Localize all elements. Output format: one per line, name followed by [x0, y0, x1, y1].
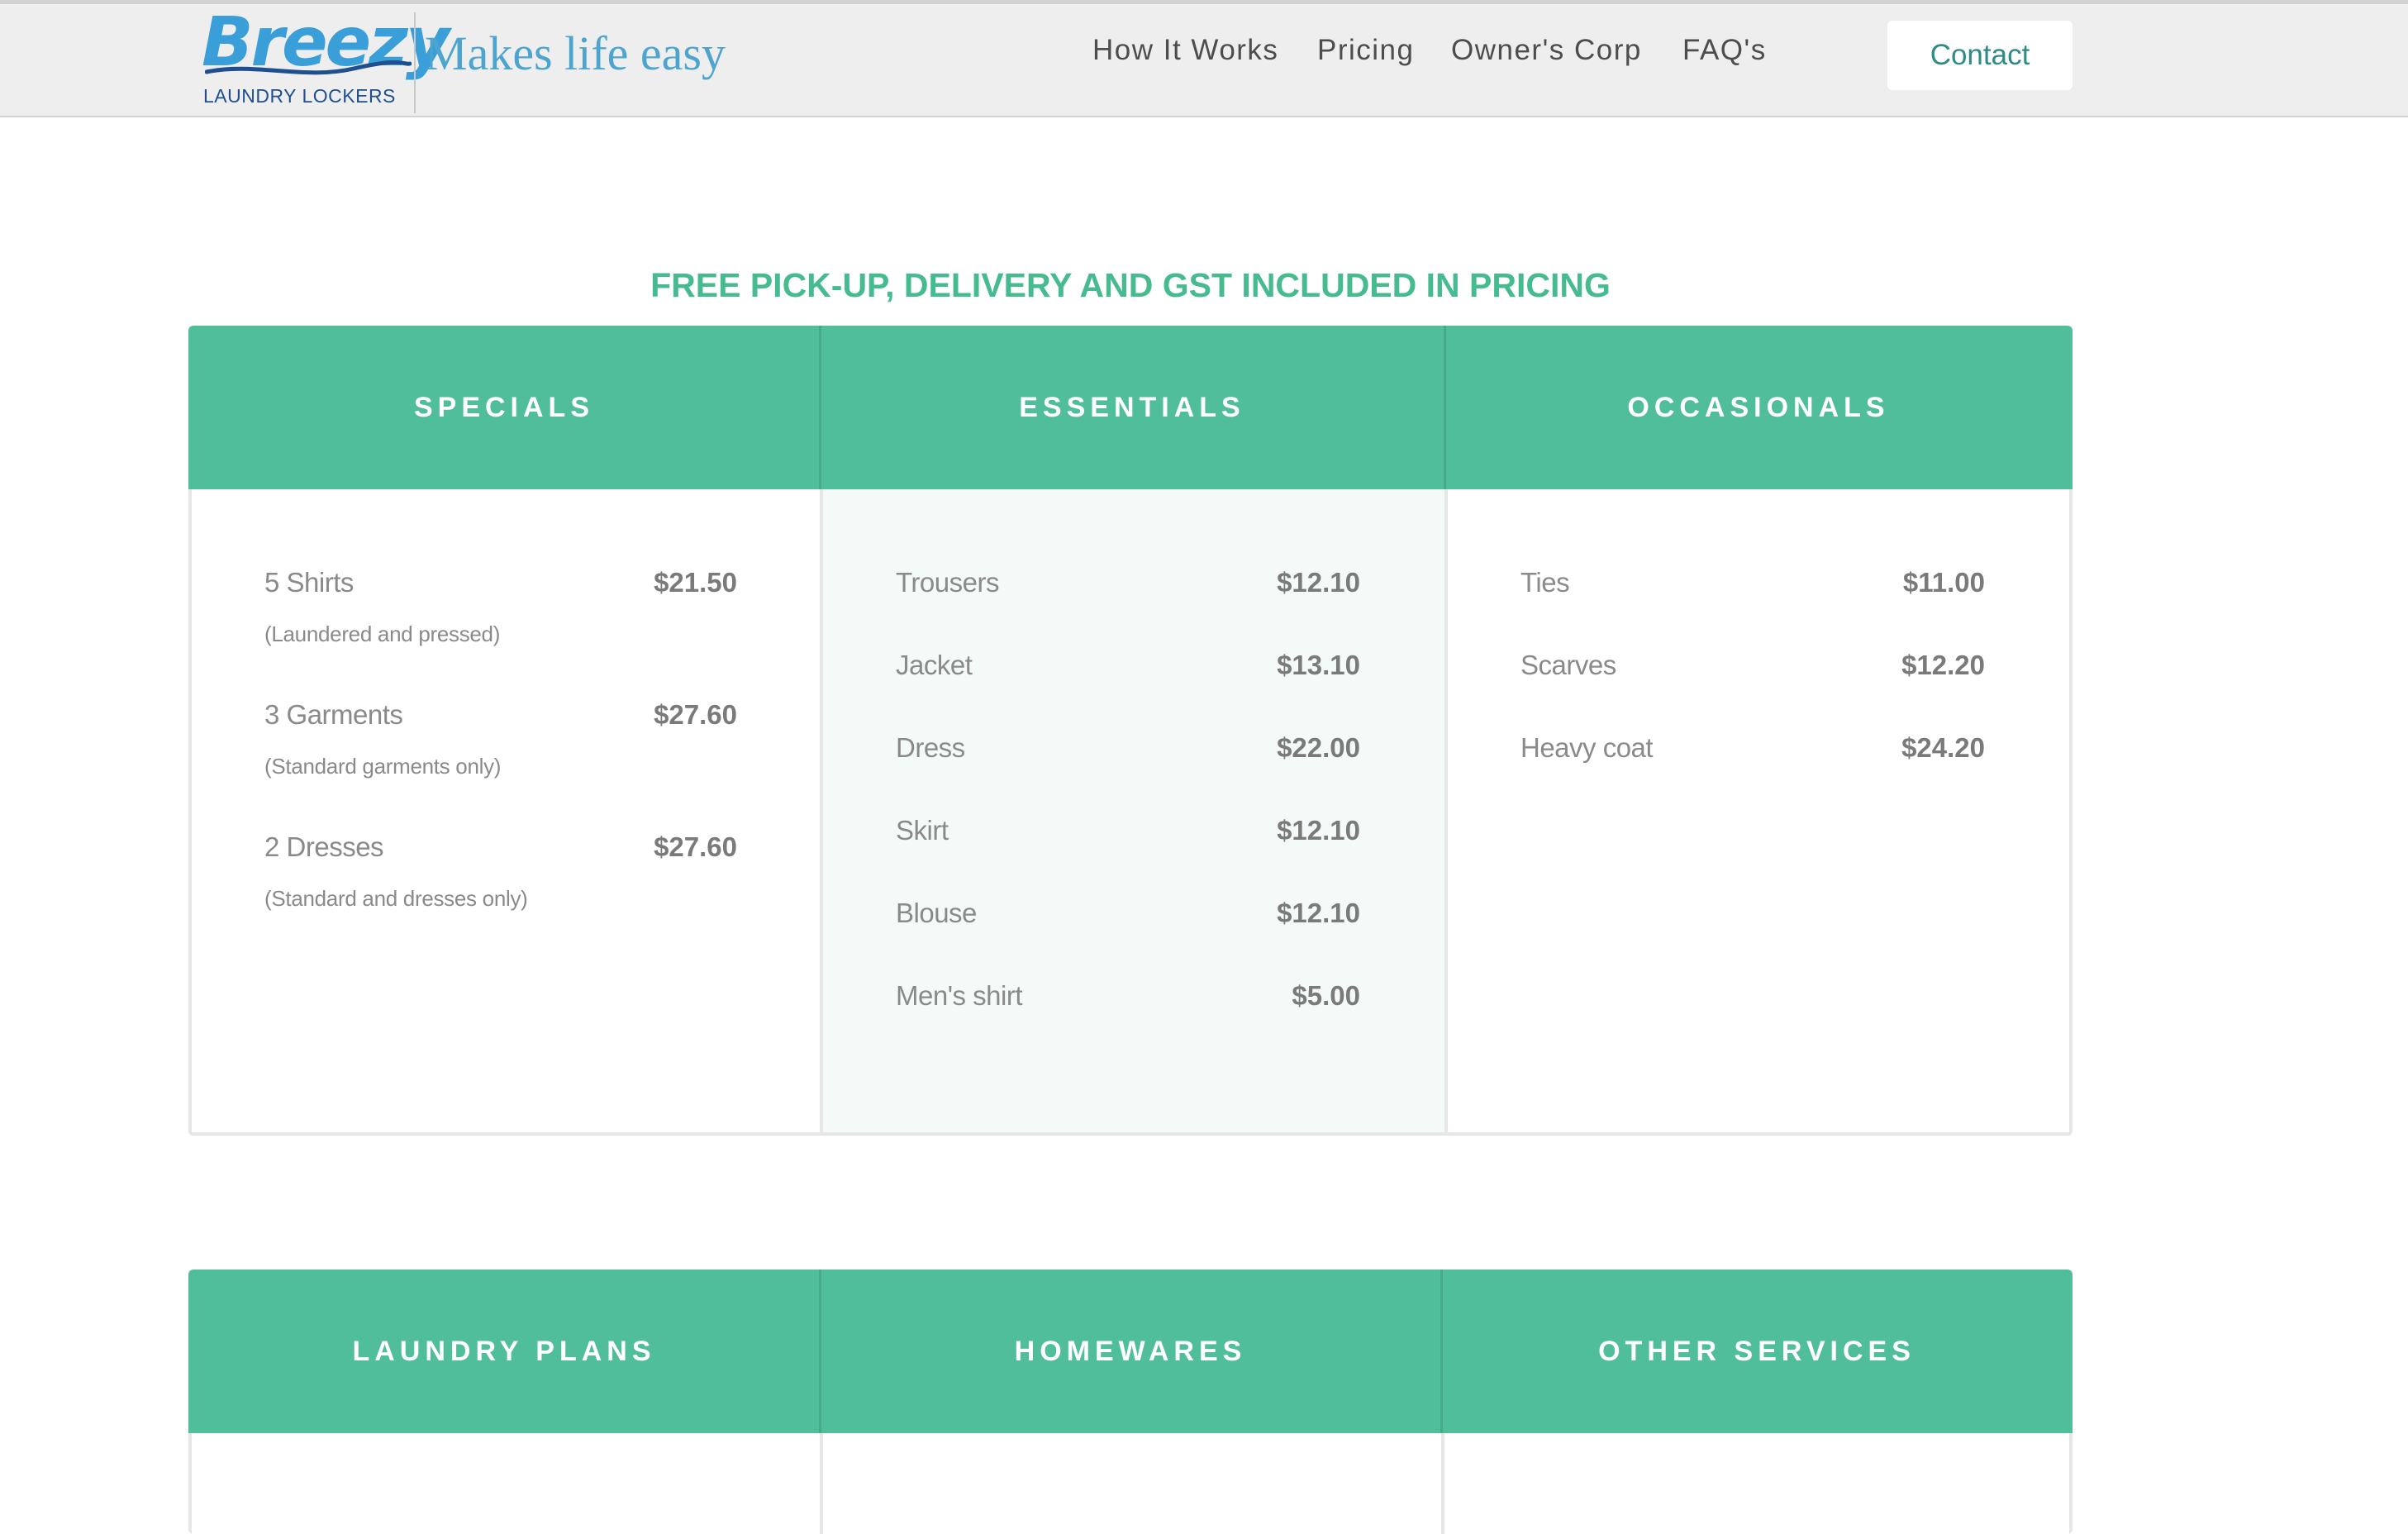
item-name: Men's shirt — [896, 980, 1023, 1011]
specials-column: SPECIALS 5 Shirts $21.50 (Laundered and … — [188, 326, 820, 1136]
item-note: (Standard garments only) — [264, 754, 502, 779]
item-price: $21.50 — [654, 567, 737, 598]
nav-faqs[interactable]: FAQ's — [1682, 34, 1767, 67]
laundry-plans-header: LAUNDRY PLANS — [188, 1270, 820, 1433]
header-divider — [819, 1270, 821, 1433]
item-price: $5.00 — [1292, 980, 1360, 1011]
item-name: Ties — [1520, 567, 1570, 598]
laundry-plans-body — [188, 1433, 820, 1534]
essentials-header: ESSENTIALS — [820, 326, 1444, 489]
logo-divider — [414, 12, 416, 113]
breezy-logo[interactable]: Breezy LAUNDRY LOCKERS — [202, 9, 450, 112]
item-name: Skirt — [896, 815, 949, 846]
item-price: $27.60 — [654, 699, 737, 730]
homewares-body — [820, 1433, 1441, 1534]
occasionals-column: OCCASIONALS Ties $11.00 Scarves $12.20 H… — [1444, 326, 2072, 1136]
header-divider — [819, 326, 821, 489]
item-name: Scarves — [1520, 650, 1616, 680]
item-price: $11.00 — [1902, 567, 1985, 598]
other-services-column: OTHER SERVICES — [1441, 1270, 2072, 1534]
item-price: $22.00 — [1277, 732, 1360, 763]
item-price: $12.10 — [1277, 567, 1360, 598]
item-price: $12.10 — [1277, 815, 1360, 846]
logo-subtitle: LAUNDRY LOCKERS — [203, 85, 396, 107]
essentials-column: ESSENTIALS Trousers $12.10 Jacket $13.10… — [820, 326, 1444, 1136]
laundry-plans-column: LAUNDRY PLANS — [188, 1270, 820, 1534]
logo-swoosh-icon — [205, 60, 412, 75]
item-name: 3 Garments — [264, 699, 403, 730]
item-name: 2 Dresses — [264, 831, 384, 862]
contact-button[interactable]: Contact — [1887, 21, 2072, 90]
specials-body: 5 Shirts $21.50 (Laundered and pressed) … — [188, 489, 820, 1136]
item-name: Trousers — [896, 567, 999, 598]
occasionals-header: OCCASIONALS — [1444, 326, 2072, 489]
header-divider — [1444, 326, 1446, 489]
other-services-header: OTHER SERVICES — [1441, 1270, 2072, 1433]
item-price: $24.20 — [1901, 732, 1985, 763]
site-header: Breezy LAUNDRY LOCKERS Makes life easy H… — [0, 0, 2408, 117]
item-price: $12.20 — [1901, 650, 1985, 680]
item-note: (Laundered and pressed) — [264, 622, 501, 646]
site-tagline: Makes life easy — [425, 26, 726, 80]
item-price: $12.10 — [1277, 898, 1360, 928]
homewares-header: HOMEWARES — [820, 1270, 1441, 1433]
nav-how-it-works[interactable]: How It Works — [1092, 34, 1278, 67]
item-name: Heavy coat — [1520, 732, 1654, 763]
occasionals-body: Ties $11.00 Scarves $12.20 Heavy coat $2… — [1444, 489, 2072, 1136]
item-price: $13.10 — [1277, 650, 1360, 680]
item-name: Jacket — [896, 650, 973, 680]
item-note: (Standard and dresses only) — [264, 886, 528, 911]
services-panel: LAUNDRY PLANS HOMEWARES OTHER SERVICES — [188, 1270, 2072, 1534]
homewares-column: HOMEWARES — [820, 1270, 1441, 1534]
pricing-panel: SPECIALS 5 Shirts $21.50 (Laundered and … — [188, 326, 2072, 1136]
header-divider — [1440, 1270, 1443, 1433]
item-name: Dress — [896, 732, 965, 763]
specials-header: SPECIALS — [188, 326, 820, 489]
item-name: 5 Shirts — [264, 567, 354, 598]
item-name: Blouse — [896, 898, 977, 928]
essentials-body: Trousers $12.10 Jacket $13.10 Dress $22.… — [820, 489, 1444, 1136]
nav-pricing[interactable]: Pricing — [1317, 34, 1414, 67]
other-services-body — [1441, 1433, 2072, 1534]
pricing-headline: FREE PICK-UP, DELIVERY AND GST INCLUDED … — [650, 266, 1611, 304]
item-price: $27.60 — [654, 831, 737, 862]
nav-owners-corp[interactable]: Owner's Corp — [1451, 34, 1642, 67]
